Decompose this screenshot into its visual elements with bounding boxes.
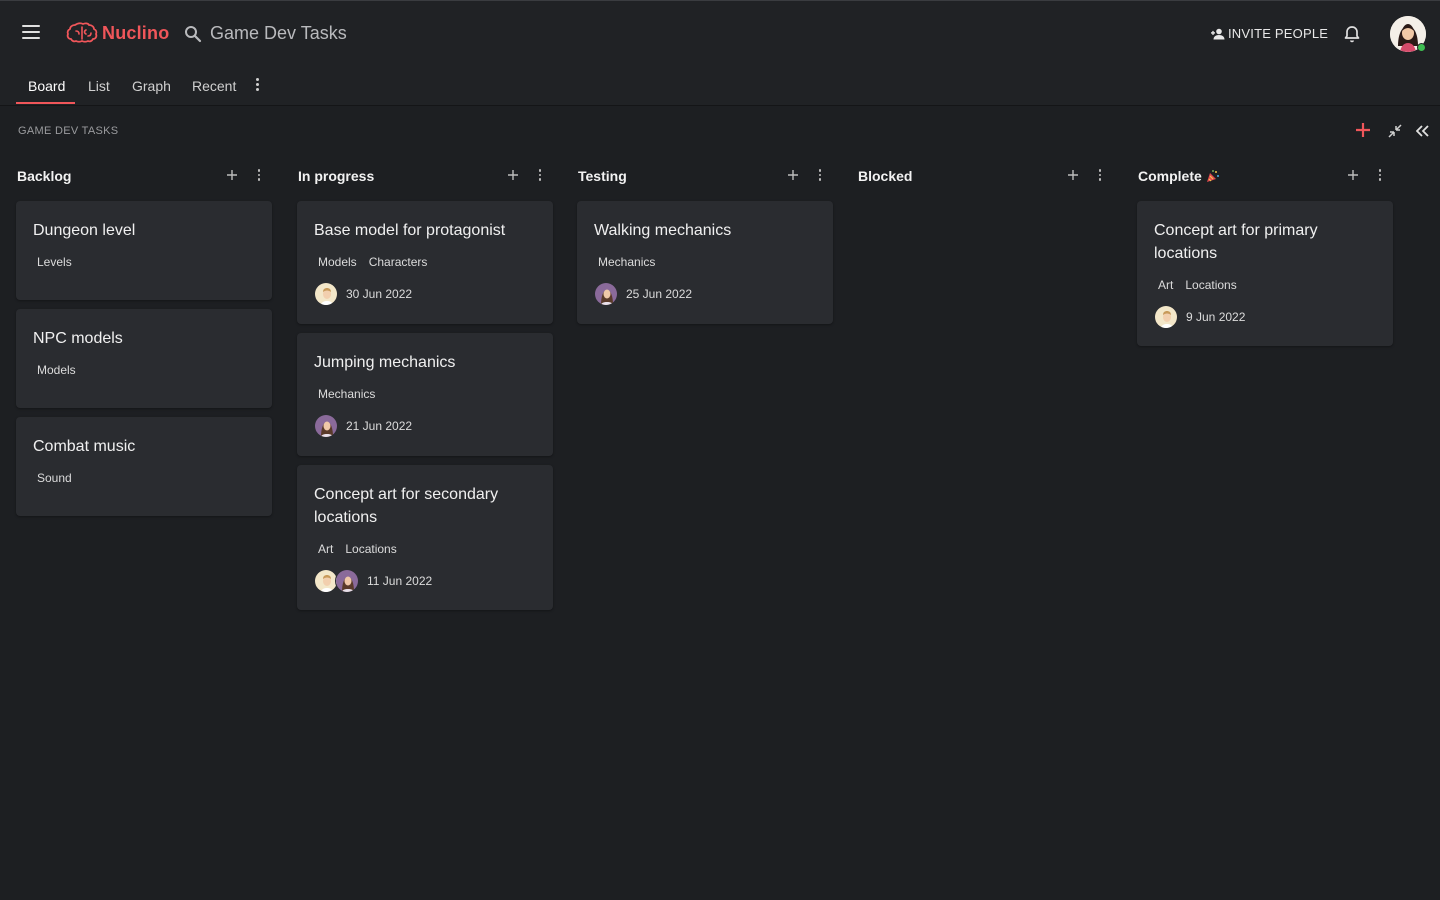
add-card-icon[interactable] [1067, 168, 1079, 180]
tag[interactable]: Levels [33, 254, 76, 270]
invite-label: INVITE PEOPLE [1228, 26, 1329, 41]
tag[interactable]: Locations [341, 541, 401, 557]
top-bar: Nuclino Game Dev Tasks INVITE PEOPLE [0, 0, 1440, 66]
tab-list[interactable]: List [88, 78, 110, 94]
tag[interactable]: Art [1154, 277, 1178, 293]
column-title: Backlog [17, 168, 72, 184]
tab-recent[interactable]: Recent [192, 78, 236, 94]
card[interactable]: Dungeon level Levels [16, 201, 272, 300]
assignee-avatar-man[interactable] [1154, 305, 1178, 329]
bell-icon[interactable] [1343, 25, 1361, 43]
view-tabs: Board List Graph Recent [0, 66, 1440, 106]
brain-icon [66, 22, 98, 43]
search-text: Game Dev Tasks [210, 23, 347, 43]
column-header: Testing [577, 160, 833, 192]
tag[interactable]: Locations [1181, 277, 1241, 293]
card-title: Concept art for secondary locations [314, 486, 499, 526]
column-in-progress: In progress Base model for protagonist M… [297, 160, 553, 610]
card-title: Walking mechanics [594, 222, 732, 239]
column-title: Complete [1138, 168, 1220, 184]
tag[interactable]: Sound [33, 470, 76, 486]
assignee-avatar-woman[interactable] [314, 414, 338, 438]
column-title: In progress [298, 168, 375, 184]
column-header: Complete [1137, 160, 1393, 192]
due-date: 9 Jun 2022 [1186, 310, 1246, 324]
tag[interactable]: Models [314, 254, 361, 270]
assignee-avatar-man[interactable] [314, 282, 338, 306]
column-blocked: Blocked [857, 160, 1113, 192]
tag[interactable]: Art [314, 541, 338, 557]
app-name: Nuclino [102, 22, 170, 43]
card[interactable]: NPC models Models [16, 309, 272, 408]
card[interactable]: Jumping mechanics Mechanics 21 Jun 2022 [297, 333, 553, 456]
column-menu-icon[interactable] [1097, 169, 1103, 183]
invite-people-button[interactable]: INVITE PEOPLE [1211, 26, 1328, 41]
tag[interactable]: Characters [364, 254, 432, 270]
card-title: Dungeon level [33, 222, 136, 239]
due-date: 11 Jun 2022 [367, 574, 433, 588]
assignee-avatar-woman[interactable] [335, 569, 359, 593]
column-header: Blocked [857, 160, 1113, 192]
search-bar[interactable]: Game Dev Tasks [184, 23, 347, 44]
nuclino-logo[interactable]: Nuclino [66, 21, 169, 45]
card[interactable]: Base model for protagonist Models Charac… [297, 201, 553, 324]
add-card-icon[interactable] [226, 168, 238, 180]
card-title: Concept art for primary locations [1154, 222, 1318, 262]
column-menu-icon[interactable] [256, 169, 262, 183]
card-title: Combat music [33, 438, 136, 455]
column-complete: Complete Concept art for primary locatio… [1137, 160, 1393, 346]
card-title: NPC models [33, 330, 123, 347]
column-title-text: Complete [1138, 168, 1202, 184]
card-title: Base model for protagonist [314, 222, 506, 239]
tag[interactable]: Models [33, 362, 80, 378]
column-backlog: Backlog Dungeon level Levels NPC models … [16, 160, 272, 516]
more-tabs-icon[interactable] [254, 78, 260, 92]
add-card-icon[interactable] [787, 168, 799, 180]
collapse-cards-icon[interactable] [1388, 124, 1402, 138]
column-menu-icon[interactable] [537, 169, 543, 183]
collapse-sidebar-icon[interactable] [1415, 124, 1430, 137]
column-title: Blocked [858, 168, 913, 184]
menu-icon[interactable] [22, 25, 40, 43]
column-header: Backlog [16, 160, 272, 192]
due-date: 21 Jun 2022 [346, 419, 413, 433]
add-item-icon[interactable] [1355, 122, 1371, 138]
card[interactable]: Concept art for secondary locations Art … [297, 465, 553, 610]
board-title: GAME DEV TASKS [18, 125, 119, 137]
search-icon [185, 25, 202, 42]
add-card-icon[interactable] [1347, 168, 1359, 180]
due-date: 30 Jun 2022 [346, 287, 413, 301]
column-menu-icon[interactable] [817, 169, 823, 183]
card[interactable]: Combat music Sound [16, 417, 272, 516]
column-testing: Testing Walking mechanics Mechanics 25 J… [577, 160, 833, 324]
tab-graph[interactable]: Graph [132, 78, 171, 94]
column-menu-icon[interactable] [1377, 169, 1383, 183]
assignee-avatar-woman[interactable] [594, 282, 618, 306]
tab-board[interactable]: Board [28, 78, 65, 94]
add-card-icon[interactable] [507, 168, 519, 180]
column-header: In progress [297, 160, 553, 192]
card[interactable]: Concept art for primary locations Art Lo… [1137, 201, 1393, 346]
card[interactable]: Walking mechanics Mechanics 25 Jun 2022 [577, 201, 833, 324]
party-popper-icon [1206, 170, 1219, 182]
due-date: 25 Jun 2022 [626, 287, 693, 301]
tag[interactable]: Mechanics [314, 386, 380, 402]
add-person-icon [1211, 28, 1225, 39]
column-title: Testing [578, 168, 627, 184]
online-status-dot [1417, 43, 1426, 52]
active-tab-indicator [16, 102, 75, 104]
card-title: Jumping mechanics [314, 354, 456, 371]
tag[interactable]: Mechanics [594, 254, 660, 270]
